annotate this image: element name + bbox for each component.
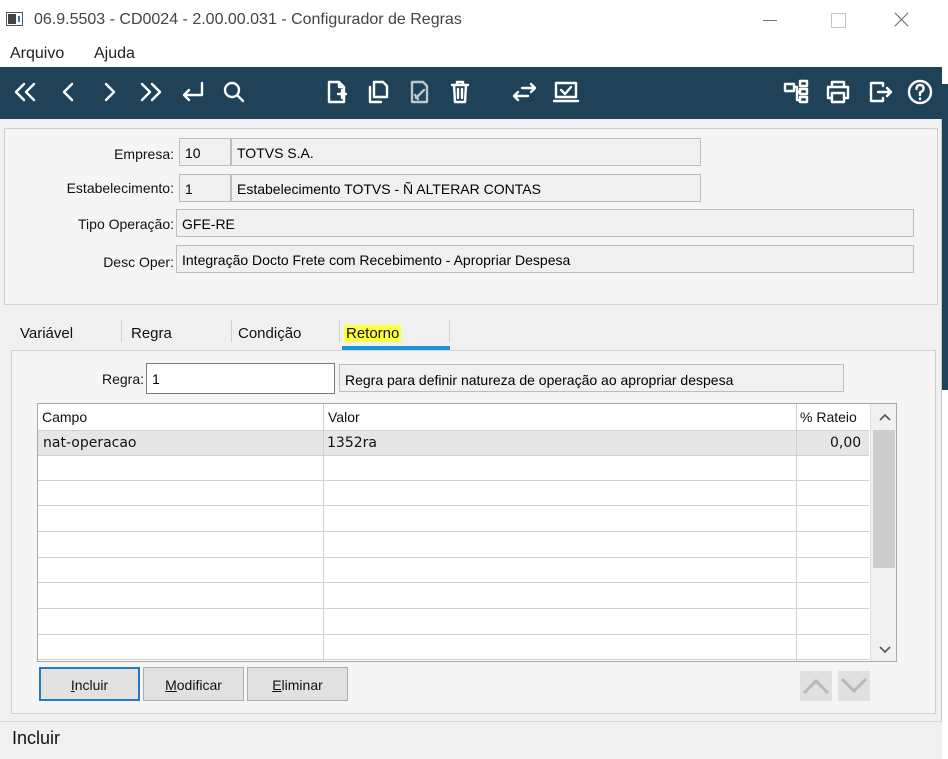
move-down-icon: [840, 677, 868, 694]
empresa-name-field: TOTVS S.A.: [231, 138, 701, 166]
delete-icon[interactable]: [444, 75, 476, 109]
table-row-empty[interactable]: [38, 533, 869, 558]
tab-separator: [121, 320, 122, 342]
close-button[interactable]: [884, 4, 930, 34]
maximize-button[interactable]: [816, 4, 862, 34]
sitemap-icon[interactable]: [780, 75, 812, 109]
background-window-edge: [942, 84, 948, 390]
desc-oper-label: Desc Oper:: [103, 254, 174, 270]
table-row-empty[interactable]: [38, 610, 869, 635]
scroll-down-icon[interactable]: [878, 643, 892, 657]
estabelecimento-label: Estabelecimento:: [66, 180, 174, 196]
column-header-rateio[interactable]: % Rateio: [800, 409, 857, 425]
tab-separator: [231, 320, 232, 342]
menu-ajuda[interactable]: Ajuda: [94, 45, 135, 63]
edit-document-icon[interactable]: [404, 75, 436, 109]
tab-condicao[interactable]: Condição: [238, 325, 301, 342]
regra-description-field: Regra para definir natureza de operação …: [339, 364, 844, 392]
eliminar-button[interactable]: Eliminar: [247, 667, 348, 701]
table-row-empty[interactable]: [38, 584, 869, 609]
go-to-icon[interactable]: [176, 75, 208, 109]
table-row[interactable]: nat-operacao 1352ra 0,00: [38, 431, 869, 456]
mnemonic: E: [272, 677, 282, 693]
tab-separator: [449, 320, 450, 342]
print-icon[interactable]: [822, 75, 854, 109]
modificar-button[interactable]: Modificar: [143, 667, 244, 701]
next-record-icon[interactable]: [94, 75, 126, 109]
toolbar: [0, 67, 942, 119]
table-row-empty[interactable]: [38, 481, 869, 506]
menu-arquivo[interactable]: Arquivo: [10, 45, 64, 63]
help-icon[interactable]: [904, 75, 936, 109]
copy-document-icon[interactable]: [362, 75, 394, 109]
retorno-grid: Campo Valor % Rateio nat-operacao 1352ra…: [37, 403, 897, 662]
window-title: 06.9.5503 - CD0024 - 2.00.00.031 - Confi…: [34, 11, 462, 28]
exit-icon[interactable]: [864, 75, 896, 109]
move-up-button[interactable]: [800, 671, 832, 701]
column-divider: [796, 404, 797, 661]
app-icon: [6, 12, 23, 26]
cell-valor: 1352ra: [327, 435, 377, 451]
minimize-button[interactable]: [750, 4, 796, 34]
table-row-empty[interactable]: [38, 558, 869, 583]
new-document-icon[interactable]: [320, 75, 352, 109]
empresa-label: Empresa:: [114, 146, 174, 162]
desc-oper-field: Integração Docto Frete com Recebimento -…: [176, 245, 914, 273]
tab-variavel[interactable]: Variável: [20, 325, 73, 342]
search-icon[interactable]: [218, 75, 250, 109]
monitor-check-icon[interactable]: [550, 75, 582, 109]
move-up-icon: [802, 678, 830, 695]
regra-label: Regra:: [101, 371, 144, 387]
mnemonic: M: [165, 677, 177, 693]
column-header-valor[interactable]: Valor: [328, 409, 360, 425]
button-label: odificar: [176, 677, 222, 693]
first-record-icon[interactable]: [10, 75, 42, 109]
status-text: Incluir: [12, 728, 61, 748]
last-record-icon[interactable]: [134, 75, 166, 109]
column-divider: [323, 404, 324, 661]
cell-rateio: 0,00: [830, 435, 862, 451]
tab-separator: [339, 320, 340, 342]
tab-regra[interactable]: Regra: [131, 325, 172, 342]
application-window: 06.9.5503 - CD0024 - 2.00.00.031 - Confi…: [0, 0, 942, 759]
table-row-empty[interactable]: [38, 456, 869, 481]
tab-retorno[interactable]: Retorno: [344, 325, 402, 342]
tipo-operacao-label: Tipo Operação:: [78, 216, 174, 232]
move-down-button[interactable]: [838, 671, 870, 701]
incluir-button[interactable]: Incluir: [39, 667, 140, 701]
grid-header: Campo Valor % Rateio: [38, 404, 869, 431]
menu-bar: Arquivo Ajuda: [0, 40, 942, 67]
estabelecimento-code-field[interactable]: 1: [179, 174, 231, 202]
estabelecimento-name-field: Estabelecimento TOTVS - Ñ ALTERAR CONTAS: [231, 174, 701, 202]
switch-icon[interactable]: [508, 75, 540, 109]
tipo-operacao-field: GFE-RE: [176, 209, 914, 237]
table-row-empty[interactable]: [38, 507, 869, 532]
previous-record-icon[interactable]: [52, 75, 84, 109]
title-bar: 06.9.5503 - CD0024 - 2.00.00.031 - Confi…: [0, 0, 942, 40]
scroll-up-icon[interactable]: [878, 410, 892, 424]
scrollbar-thumb[interactable]: [873, 430, 895, 568]
button-label: liminar: [281, 677, 323, 693]
cell-campo: nat-operacao: [43, 435, 137, 451]
column-header-campo[interactable]: Campo: [42, 409, 87, 425]
regra-code-input[interactable]: 1: [146, 363, 335, 394]
button-label: ncluir: [74, 677, 109, 693]
empresa-code-field[interactable]: 10: [179, 138, 231, 166]
table-row-empty[interactable]: [38, 635, 869, 660]
status-bar: Incluir: [0, 721, 942, 759]
